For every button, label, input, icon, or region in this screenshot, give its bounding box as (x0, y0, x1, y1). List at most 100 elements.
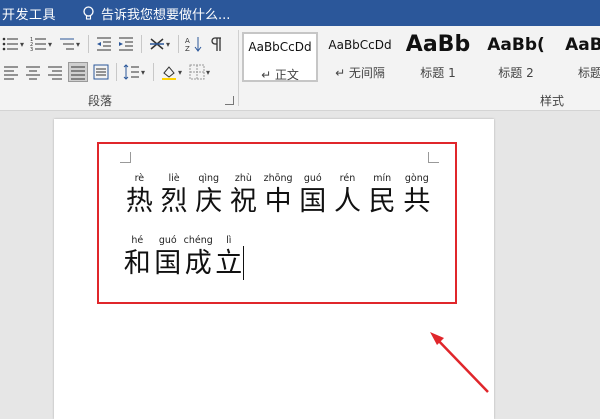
phonetic-char[interactable]: guó 国 (153, 234, 184, 280)
style-preview: AaBb (565, 35, 600, 55)
style-name: 标题 1 (420, 66, 456, 80)
bullets-icon[interactable] (2, 35, 20, 53)
group-divider (238, 30, 239, 106)
phonetic-char[interactable]: chéng 成 (183, 234, 214, 280)
hanzi-text: 热 (125, 186, 153, 217)
pinyin-text: lì (226, 235, 232, 246)
shading-icon[interactable] (160, 63, 178, 81)
chevron-down-icon[interactable]: ▾ (141, 68, 145, 77)
chevron-down-icon[interactable]: ▾ (178, 68, 182, 77)
pinyin-text: zhù (234, 173, 252, 184)
paragraph-group-label: 段落 (88, 94, 113, 108)
increase-indent-icon[interactable] (117, 35, 135, 53)
pinyin-text: chéng (183, 235, 213, 246)
phonetic-char[interactable]: gòng 共 (400, 172, 435, 218)
numbering-icon[interactable]: 123 (30, 35, 48, 53)
chevron-down-icon[interactable]: ▾ (20, 40, 24, 49)
tell-me-text: 告诉我您想要做什么... (101, 8, 231, 23)
hanzi-text: 祝 (229, 186, 257, 217)
pinyin-text: rén (339, 173, 356, 184)
separator (178, 35, 180, 53)
phonetic-char[interactable]: zhōng 中 (261, 172, 296, 218)
show-marks-icon[interactable] (207, 35, 225, 53)
pinyin-text: guó (158, 235, 177, 246)
svg-text:A: A (185, 37, 190, 45)
decrease-indent-icon[interactable] (95, 35, 113, 53)
chevron-down-icon[interactable]: ▾ (166, 40, 170, 49)
separator (153, 63, 155, 81)
pinyin-text: zhōng (263, 173, 293, 184)
hanzi-text: 中 (264, 186, 292, 217)
hanzi-text: 立 (215, 248, 243, 279)
pinyin-text: guó (303, 173, 322, 184)
hanzi-text: 和 (123, 248, 151, 279)
hanzi-text: 烈 (160, 186, 188, 217)
pinyin-text: liè (168, 173, 180, 184)
svg-text:Z: Z (185, 45, 190, 53)
styles-group-label: 样式 (540, 94, 565, 108)
chevron-down-icon[interactable]: ▾ (48, 40, 52, 49)
hanzi-text: 成 (184, 248, 212, 279)
tell-me-search[interactable]: 告诉我您想要做什么... (82, 4, 230, 23)
hanzi-text: 庆 (195, 186, 223, 217)
hanzi-text: 民 (368, 186, 396, 217)
borders-icon[interactable] (188, 63, 206, 81)
ribbon: ▾ 123 ▾ ▾ ▾ AZ ▾ ▾ ▾ 段落 AaBbCcDd ↵ 正文 Aa… (0, 26, 600, 111)
hanzi-text: 人 (333, 186, 361, 217)
paragraph-row-2: ▾ ▾ ▾ (0, 60, 214, 84)
phonetic-char[interactable]: liè 烈 (157, 172, 192, 218)
separator (88, 35, 90, 53)
phonetic-line-1: rè 热 liè 烈 qìng 庆 zhù 祝 zhōng 中 guó 国 rén 人 mín 民 gòng 共 (122, 172, 434, 218)
phonetic-char[interactable]: mín 民 (365, 172, 400, 218)
style-name: 标题 2 (498, 66, 534, 80)
text-cursor (243, 246, 244, 280)
phonetic-char[interactable]: qìng 庆 (191, 172, 226, 218)
svg-text:3: 3 (30, 47, 33, 53)
multilevel-list-icon[interactable] (58, 35, 76, 53)
hanzi-text: 共 (403, 186, 431, 217)
phonetic-char[interactable]: rén 人 (330, 172, 365, 218)
style-no-spacing[interactable]: AaBbCcDd ↵ 无间隔 (322, 32, 398, 82)
pinyin-text: mín (373, 173, 392, 184)
annotation-arrow-icon (430, 332, 489, 393)
phonetic-char[interactable]: zhù 祝 (226, 172, 261, 218)
phonetic-char[interactable]: rè 热 (122, 172, 157, 218)
style-preview: AaBbCcDd (328, 38, 392, 52)
styles-gallery: AaBbCcDd ↵ 正文 AaBbCcDd ↵ 无间隔 AaBb 标题 1 A… (240, 32, 600, 88)
align-left-icon[interactable] (2, 63, 20, 81)
style-name: ↵ 正文 (261, 68, 299, 82)
chevron-down-icon[interactable]: ▾ (206, 68, 210, 77)
style-heading-2[interactable]: AaBb( 标题 2 (478, 32, 554, 82)
hanzi-text: 国 (299, 186, 327, 217)
chevron-down-icon[interactable]: ▾ (76, 40, 80, 49)
title-bar: 开发工具 告诉我您想要做什么... (0, 0, 600, 26)
style-name: 标题 (577, 66, 600, 80)
style-title[interactable]: AaBb 标题 (552, 32, 600, 82)
lightbulb-icon (82, 6, 95, 21)
paragraph-dialog-launcher-icon[interactable] (225, 96, 234, 105)
chinese-layout-icon[interactable] (148, 35, 166, 53)
phonetic-char[interactable]: lì 立 (214, 234, 245, 280)
style-preview: AaBb( (487, 35, 545, 55)
sort-icon[interactable]: AZ (185, 35, 203, 53)
tab-developer-tools[interactable]: 开发工具 (2, 4, 56, 23)
separator (116, 63, 117, 81)
phonetic-char[interactable]: guó 国 (295, 172, 330, 218)
line-spacing-icon[interactable] (123, 63, 141, 81)
pinyin-text: hé (131, 235, 144, 246)
align-right-icon[interactable] (46, 63, 64, 81)
pinyin-text: gòng (404, 173, 429, 184)
phonetic-char[interactable]: hé 和 (122, 234, 153, 280)
distributed-icon[interactable] (92, 63, 110, 81)
style-heading-1[interactable]: AaBb 标题 1 (400, 32, 476, 82)
pinyin-text: rè (134, 173, 145, 184)
style-preview: AaBb (405, 32, 471, 57)
style-normal[interactable]: AaBbCcDd ↵ 正文 (242, 32, 318, 82)
hanzi-text: 国 (154, 248, 182, 279)
style-preview: AaBbCcDd (248, 40, 312, 54)
justify-icon[interactable] (68, 62, 88, 82)
align-center-icon[interactable] (24, 63, 42, 81)
style-name: ↵ 无间隔 (335, 66, 385, 80)
pinyin-text: qìng (198, 173, 220, 184)
phonetic-line-2: hé 和 guó 国 chéng 成 lì 立 (122, 234, 244, 280)
